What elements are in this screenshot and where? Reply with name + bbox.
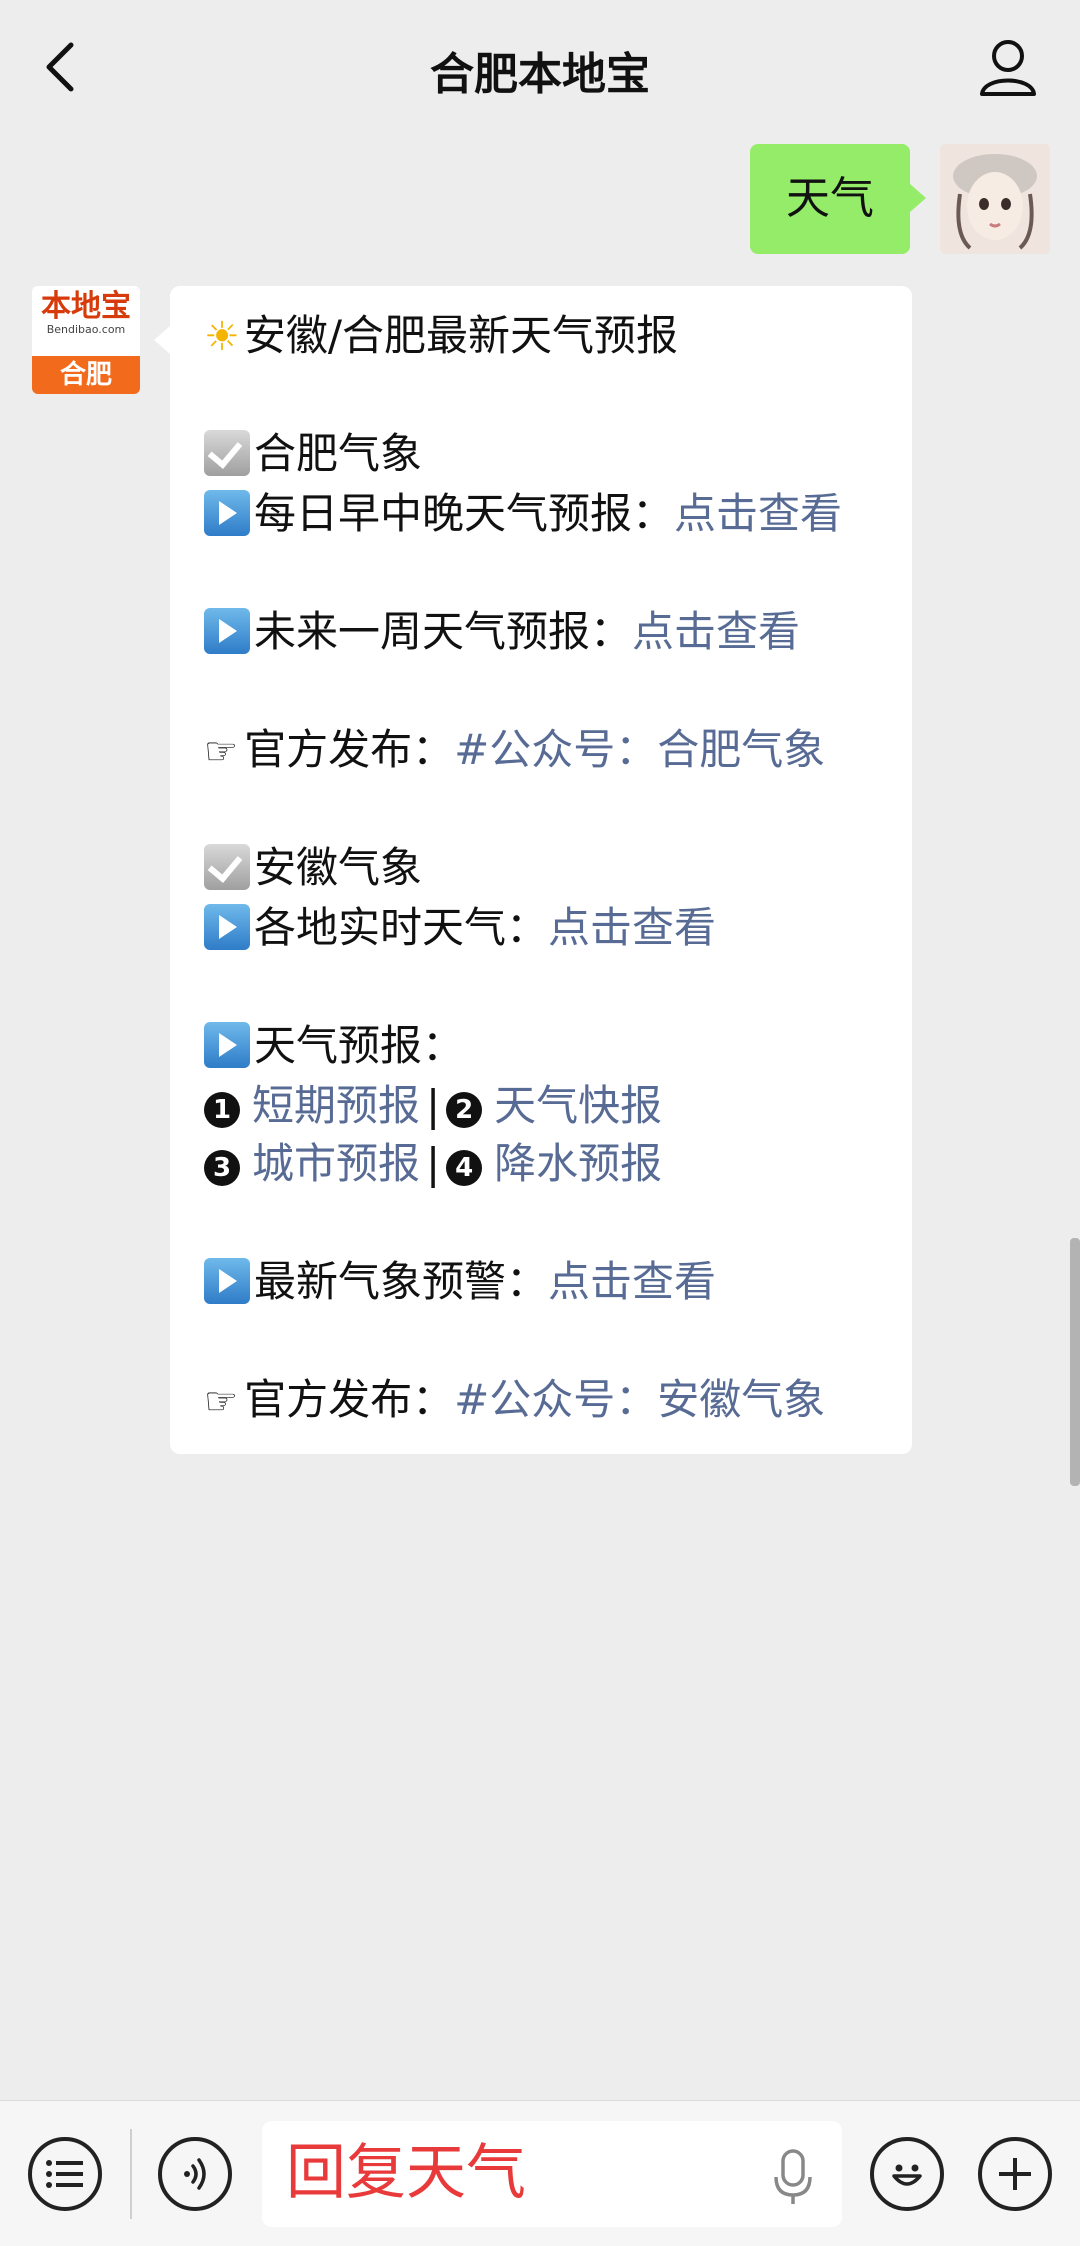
item2-line: 未来一周天气预报：点击查看 (204, 602, 800, 662)
emoji-button[interactable] (870, 2137, 944, 2211)
user-message-bubble[interactable]: 天气 (750, 144, 926, 254)
official2-line: ☞ 官方发布：#公众号：安徽气象 (204, 1370, 825, 1430)
forecast-links-row1: 1 短期预报 | 2 天气快报 (204, 1076, 662, 1136)
scrollbar-thumb[interactable] (1070, 1238, 1080, 1486)
more-button[interactable] (978, 2137, 1052, 2211)
play-icon (204, 608, 250, 654)
voice-toggle-button[interactable] (158, 2137, 232, 2211)
number-4-icon: 4 (446, 1150, 483, 1186)
play-icon (204, 904, 250, 950)
item1-link[interactable]: 点击查看 (674, 489, 842, 538)
bot-logo-top: 本地宝 Bendibao.com (32, 286, 140, 356)
city-forecast-link[interactable]: 城市预报 (252, 1139, 420, 1188)
list-icon (46, 2160, 83, 2188)
user-message-row: 天气 (750, 144, 1050, 254)
bottom-input-bar: 回复天气 (0, 2100, 1080, 2246)
official1-line: ☞ 官方发布：#公众号：合肥气象 (204, 720, 825, 780)
play-icon (204, 1022, 250, 1068)
message-input[interactable]: 回复天气 (262, 2121, 842, 2227)
profile-button[interactable] (976, 36, 1040, 100)
number-2-icon: 2 (446, 1092, 483, 1128)
bot-logo-text: 本地宝 (41, 289, 131, 324)
section2-title: 安徽气象 (254, 843, 423, 892)
official1-link[interactable]: #公众号：合肥气象 (454, 725, 825, 774)
item1-label: 每日早中晚天气预报： (254, 489, 675, 538)
bot-avatar[interactable]: 本地宝 Bendibao.com 合肥 (32, 286, 140, 394)
official2-link[interactable]: #公众号：安徽气象 (454, 1375, 825, 1424)
item4-link[interactable]: 点击查看 (548, 1257, 716, 1306)
menu-button[interactable] (28, 2137, 102, 2211)
divider (130, 2129, 132, 2219)
play-icon (204, 490, 250, 536)
play-icon (204, 1258, 250, 1304)
plus-icon (999, 2158, 1031, 2190)
section1-line: 合肥气象 (204, 424, 422, 484)
item4-line: 最新气象预警：点击查看 (204, 1252, 716, 1312)
item2-label: 未来一周天气预报： (254, 607, 633, 656)
checkbox-icon (204, 844, 250, 890)
forecast-line: 天气预报： (204, 1016, 464, 1076)
bot-logo-city: 合肥 (32, 356, 140, 394)
bot-reply-bubble: ☀安徽/合肥最新天气预报 合肥气象 每日早中晚天气预报：点击查看 未来一周天气预… (154, 286, 912, 1454)
short-term-forecast-link[interactable]: 短期预报 (252, 1081, 420, 1130)
item1-line: 每日早中晚天气预报：点击查看 (204, 484, 842, 544)
weather-bulletin-link[interactable]: 天气快报 (494, 1081, 662, 1130)
forecast-links-row2: 3 城市预报 | 4 降水预报 (204, 1134, 662, 1194)
pointing-hand-icon: ☞ (204, 1379, 239, 1423)
user-avatar[interactable] (940, 144, 1050, 254)
number-1-icon: 1 (204, 1092, 240, 1128)
forecast-label: 天气预报： (254, 1021, 465, 1070)
microphone-icon[interactable] (768, 2147, 818, 2207)
person-icon (980, 40, 1036, 96)
checkbox-icon (204, 430, 250, 476)
precipitation-forecast-link[interactable]: 降水预报 (494, 1139, 662, 1188)
separator: | (426, 1081, 441, 1130)
pointing-hand-icon: ☞ (204, 729, 239, 773)
reply-title-line: ☀安徽/合肥最新天气预报 (204, 306, 678, 366)
bot-logo-site: Bendibao.com (46, 323, 126, 336)
item3-link[interactable]: 点击查看 (548, 903, 716, 952)
item4-label: 最新气象预警： (254, 1257, 549, 1306)
section2-line: 安徽气象 (204, 838, 422, 898)
sun-icon: ☀ (204, 314, 240, 360)
reply-title: 安徽/合肥最新天气预报 (243, 311, 679, 360)
header: 合肥本地宝 (0, 0, 1080, 134)
official2-label: 官方发布： (244, 1375, 455, 1424)
smiley-icon (892, 2164, 922, 2186)
section1-title: 合肥气象 (254, 429, 423, 478)
avatar-illustration (940, 144, 1050, 254)
voice-wave-icon (184, 2158, 206, 2190)
official1-label: 官方发布： (244, 725, 455, 774)
item3-line: 各地实时天气：点击查看 (204, 898, 716, 958)
chat-screen: 合肥本地宝 天气 本地宝 Bendibao.com 合肥 ☀安徽/合肥最新天气预… (0, 0, 1080, 2246)
separator: | (426, 1139, 441, 1188)
message-input-text[interactable]: 回复天气 (286, 2133, 526, 2213)
item3-label: 各地实时天气： (254, 903, 549, 952)
page-title: 合肥本地宝 (430, 49, 650, 100)
number-3-icon: 3 (204, 1150, 240, 1186)
item2-link[interactable]: 点击查看 (632, 607, 800, 656)
